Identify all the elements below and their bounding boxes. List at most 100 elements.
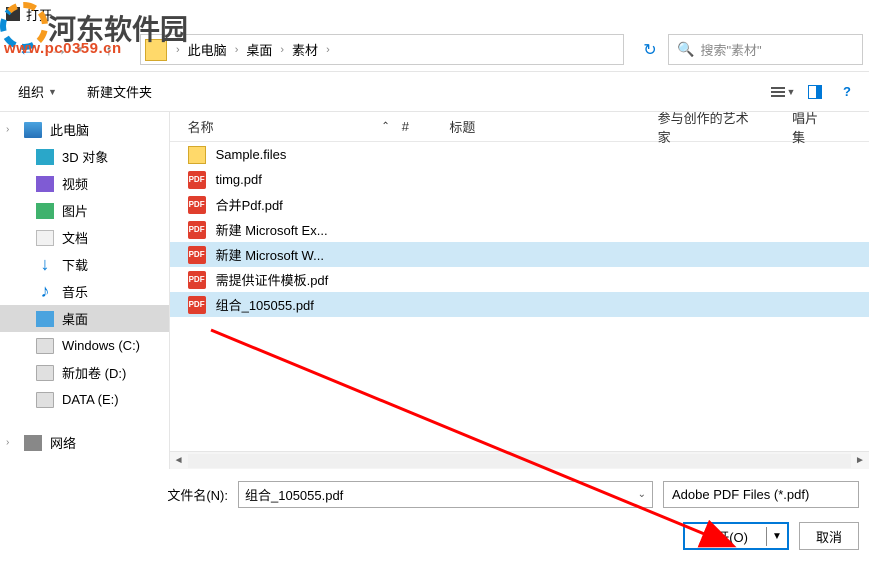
- chevron-right-icon[interactable]: ›: [171, 44, 185, 56]
- file-row[interactable]: Sample.files: [170, 142, 869, 167]
- file-name: timg.pdf: [216, 172, 262, 187]
- open-label: 打开(O): [685, 527, 767, 546]
- sidebar-item-doc[interactable]: 文档: [0, 224, 169, 251]
- chevron-right-icon[interactable]: ›: [6, 437, 16, 448]
- window-title: 打开: [26, 5, 52, 24]
- sidebar-item-pc[interactable]: › 此电脑: [0, 116, 169, 143]
- sidebar-item-label: 新加卷 (D:): [62, 363, 126, 382]
- music-icon: ♪: [36, 284, 54, 300]
- organize-label: 组织: [18, 82, 44, 101]
- breadcrumb-seg-desktop[interactable]: 桌面: [243, 40, 275, 59]
- sidebar-item-label: 桌面: [62, 309, 88, 328]
- sidebar-item-net[interactable]: › 网络: [0, 429, 169, 456]
- pc-icon: [24, 122, 42, 138]
- chevron-down-icon[interactable]: ▼: [767, 531, 787, 542]
- sidebar-item-dl[interactable]: ↓ 下载: [0, 251, 169, 278]
- img-icon: [36, 203, 54, 219]
- column-name[interactable]: 名称: [188, 117, 370, 136]
- file-list: Sample.filesPDFtimg.pdfPDF合并Pdf.pdfPDF新建…: [170, 142, 869, 451]
- chevron-right-icon[interactable]: ›: [275, 44, 289, 56]
- search-placeholder: 搜索"素材": [700, 40, 761, 59]
- chevron-right-icon[interactable]: ›: [230, 44, 244, 56]
- doc-icon: [36, 230, 54, 246]
- file-name: 需提供证件模板.pdf: [216, 270, 329, 289]
- cube-icon: [36, 149, 54, 165]
- refresh-button[interactable]: ↻: [638, 40, 662, 60]
- sidebar-item-label: 下载: [62, 255, 88, 274]
- chevron-right-icon[interactable]: ›: [321, 44, 335, 56]
- file-name: 新建 Microsoft Ex...: [216, 220, 328, 239]
- file-row[interactable]: PDF 新建 Microsoft Ex...: [170, 217, 869, 242]
- column-title[interactable]: 标题: [449, 117, 657, 136]
- view-list-button[interactable]: ▼: [773, 82, 793, 102]
- cancel-label: 取消: [816, 527, 842, 546]
- sidebar-item-vid[interactable]: 视频: [0, 170, 169, 197]
- pdf-icon: PDF: [188, 271, 206, 289]
- file-row[interactable]: PDF组合_105055.pdf: [170, 292, 869, 317]
- vid-icon: [36, 176, 54, 192]
- cancel-button[interactable]: 取消: [799, 522, 859, 550]
- sidebar-item-music[interactable]: ♪ 音乐: [0, 278, 169, 305]
- new-folder-button[interactable]: 新建文件夹: [81, 78, 158, 105]
- pane-icon: [808, 85, 822, 99]
- sidebar-item-img[interactable]: 图片: [0, 197, 169, 224]
- breadcrumb-seg-folder[interactable]: 素材: [289, 40, 321, 59]
- drive-icon: [36, 365, 54, 381]
- nav-back-button[interactable]: ←: [14, 37, 40, 63]
- sidebar-item-drive[interactable]: DATA (E:): [0, 386, 169, 413]
- help-button[interactable]: ?: [837, 82, 857, 102]
- breadcrumb-seg-pc[interactable]: 此电脑: [185, 40, 230, 59]
- sidebar: › 此电脑 3D 对象视频图片文档 ↓ 下载 ♪ 音乐桌面 Windows (C:) 新加卷 (…: [0, 112, 170, 469]
- drive-icon: [36, 392, 54, 408]
- net-icon: [24, 435, 42, 451]
- open-button[interactable]: 打开(O) ▼: [683, 522, 789, 550]
- desk-icon: [36, 311, 54, 327]
- chevron-down-icon[interactable]: ⌄: [638, 489, 646, 500]
- filter-value: Adobe PDF Files (*.pdf): [672, 487, 809, 502]
- drive-icon: [36, 338, 54, 354]
- file-type-filter[interactable]: Adobe PDF Files (*.pdf): [663, 481, 859, 508]
- sidebar-item-label: 网络: [50, 433, 76, 452]
- dl-icon: ↓: [36, 257, 54, 273]
- filename-value: 组合_105055.pdf: [245, 485, 343, 504]
- chevron-down-icon: ▼: [787, 87, 796, 97]
- organize-button[interactable]: 组织 ▼: [12, 78, 63, 105]
- filename-input[interactable]: 组合_105055.pdf ⌄: [238, 481, 653, 508]
- app-icon: [6, 7, 20, 21]
- nav-history-dropdown[interactable]: ▾: [78, 44, 92, 55]
- search-input[interactable]: 🔍 搜索"素材": [668, 34, 863, 65]
- search-icon: 🔍: [677, 41, 694, 58]
- nav-forward-button[interactable]: →: [46, 37, 72, 63]
- file-row[interactable]: PDF 需提供证件模板.pdf: [170, 267, 869, 292]
- file-row[interactable]: PDF合并Pdf.pdf: [170, 192, 869, 217]
- pdf-icon: PDF: [188, 196, 206, 214]
- preview-pane-button[interactable]: [805, 82, 825, 102]
- folder-icon: [145, 39, 167, 61]
- sidebar-item-label: Windows (C:): [62, 338, 140, 353]
- column-album[interactable]: 唱片集: [792, 108, 869, 146]
- column-number[interactable]: #: [402, 119, 450, 134]
- sidebar-item-label: 3D 对象: [62, 147, 108, 166]
- sidebar-item-desk[interactable]: 桌面: [0, 305, 169, 332]
- folder-icon: [188, 146, 206, 164]
- horizontal-scrollbar[interactable]: ◄ ►: [170, 451, 869, 469]
- file-row[interactable]: PDF新建 Microsoft W...: [170, 242, 869, 267]
- sidebar-item-cube[interactable]: 3D 对象: [0, 143, 169, 170]
- sidebar-item-label: 视频: [62, 174, 88, 193]
- sidebar-item-drive[interactable]: 新加卷 (D:): [0, 359, 169, 386]
- new-folder-label: 新建文件夹: [87, 82, 152, 101]
- file-name: 新建 Microsoft W...: [216, 245, 324, 264]
- sidebar-item-label: 图片: [62, 201, 88, 220]
- column-artists[interactable]: 参与创作的艺术家: [658, 108, 793, 146]
- nav-up-button[interactable]: ↑: [98, 39, 120, 61]
- sidebar-item-label: 音乐: [62, 282, 88, 301]
- scroll-left-icon[interactable]: ◄: [170, 455, 188, 466]
- sidebar-item-drive[interactable]: Windows (C:): [0, 332, 169, 359]
- chevron-right-icon[interactable]: ›: [6, 124, 16, 135]
- pdf-icon: PDF: [188, 221, 206, 239]
- file-name: 组合_105055.pdf: [216, 295, 314, 314]
- file-row[interactable]: PDFtimg.pdf: [170, 167, 869, 192]
- scroll-right-icon[interactable]: ►: [851, 455, 869, 466]
- breadcrumb[interactable]: › 此电脑 › 桌面 › 素材 ›: [140, 34, 624, 65]
- sidebar-item-label: 此电脑: [50, 120, 89, 139]
